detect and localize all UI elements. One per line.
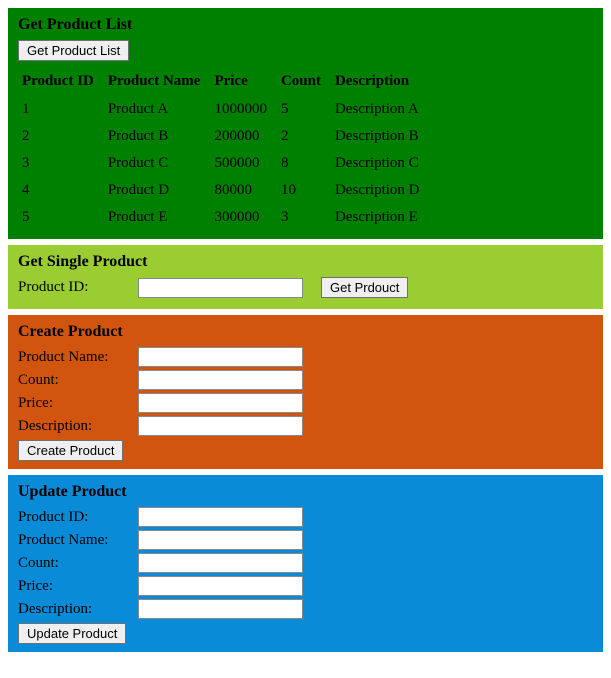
create-price-input[interactable] [138, 393, 303, 413]
col-count: Count [277, 69, 331, 96]
col-product-id: Product ID [18, 69, 104, 96]
get-product-list-panel: Get Product List Get Product List Produc… [8, 8, 603, 239]
cell-name: Product A [104, 96, 211, 123]
cell-desc: Description D [331, 177, 430, 204]
cell-name: Product B [104, 123, 211, 150]
get-single-id-label: Product ID: [18, 279, 138, 296]
table-row: 5Product E3000003Description E [18, 204, 430, 231]
cell-count: 3 [277, 204, 331, 231]
product-table: Product ID Product Name Price Count Desc… [18, 69, 430, 231]
cell-count: 8 [277, 150, 331, 177]
cell-price: 300000 [210, 204, 277, 231]
cell-id: 2 [18, 123, 104, 150]
create-count-label: Count: [18, 372, 138, 389]
get-product-button[interactable]: Get Prdouct [321, 277, 408, 298]
create-count-input[interactable] [138, 370, 303, 390]
create-product-button[interactable]: Create Product [18, 440, 123, 461]
cell-desc: Description B [331, 123, 430, 150]
get-single-title: Get Single Product [18, 253, 593, 271]
update-count-input[interactable] [138, 553, 303, 573]
cell-price: 80000 [210, 177, 277, 204]
create-desc-label: Description: [18, 418, 138, 435]
cell-desc: Description E [331, 204, 430, 231]
get-single-id-input[interactable] [138, 278, 303, 298]
table-row: 3Product C5000008Description C [18, 150, 430, 177]
update-desc-label: Description: [18, 601, 138, 618]
cell-id: 5 [18, 204, 104, 231]
create-title: Create Product [18, 323, 593, 341]
update-product-panel: Update Product Product ID: Product Name:… [8, 475, 603, 652]
update-id-input[interactable] [138, 507, 303, 527]
table-row: 2Product B2000002Description B [18, 123, 430, 150]
update-title: Update Product [18, 483, 593, 501]
update-id-label: Product ID: [18, 509, 138, 526]
cell-desc: Description A [331, 96, 430, 123]
get-product-list-button[interactable]: Get Product List [18, 40, 129, 61]
cell-id: 1 [18, 96, 104, 123]
update-price-input[interactable] [138, 576, 303, 596]
cell-name: Product D [104, 177, 211, 204]
col-product-name: Product Name [104, 69, 211, 96]
update-count-label: Count: [18, 555, 138, 572]
cell-id: 4 [18, 177, 104, 204]
cell-count: 5 [277, 96, 331, 123]
cell-price: 200000 [210, 123, 277, 150]
get-list-title: Get Product List [18, 16, 593, 34]
update-desc-input[interactable] [138, 599, 303, 619]
create-product-panel: Create Product Product Name: Count: Pric… [8, 315, 603, 469]
cell-id: 3 [18, 150, 104, 177]
update-product-button[interactable]: Update Product [18, 623, 126, 644]
cell-price: 1000000 [210, 96, 277, 123]
cell-price: 500000 [210, 150, 277, 177]
cell-name: Product C [104, 150, 211, 177]
table-row: 4Product D8000010Description D [18, 177, 430, 204]
col-description: Description [331, 69, 430, 96]
create-name-input[interactable] [138, 347, 303, 367]
update-name-label: Product Name: [18, 532, 138, 549]
update-price-label: Price: [18, 578, 138, 595]
cell-name: Product E [104, 204, 211, 231]
cell-count: 10 [277, 177, 331, 204]
cell-desc: Description C [331, 150, 430, 177]
get-single-product-panel: Get Single Product Product ID: Get Prdou… [8, 245, 603, 309]
create-name-label: Product Name: [18, 349, 138, 366]
cell-count: 2 [277, 123, 331, 150]
create-desc-input[interactable] [138, 416, 303, 436]
create-price-label: Price: [18, 395, 138, 412]
col-price: Price [210, 69, 277, 96]
table-row: 1Product A10000005Description A [18, 96, 430, 123]
update-name-input[interactable] [138, 530, 303, 550]
